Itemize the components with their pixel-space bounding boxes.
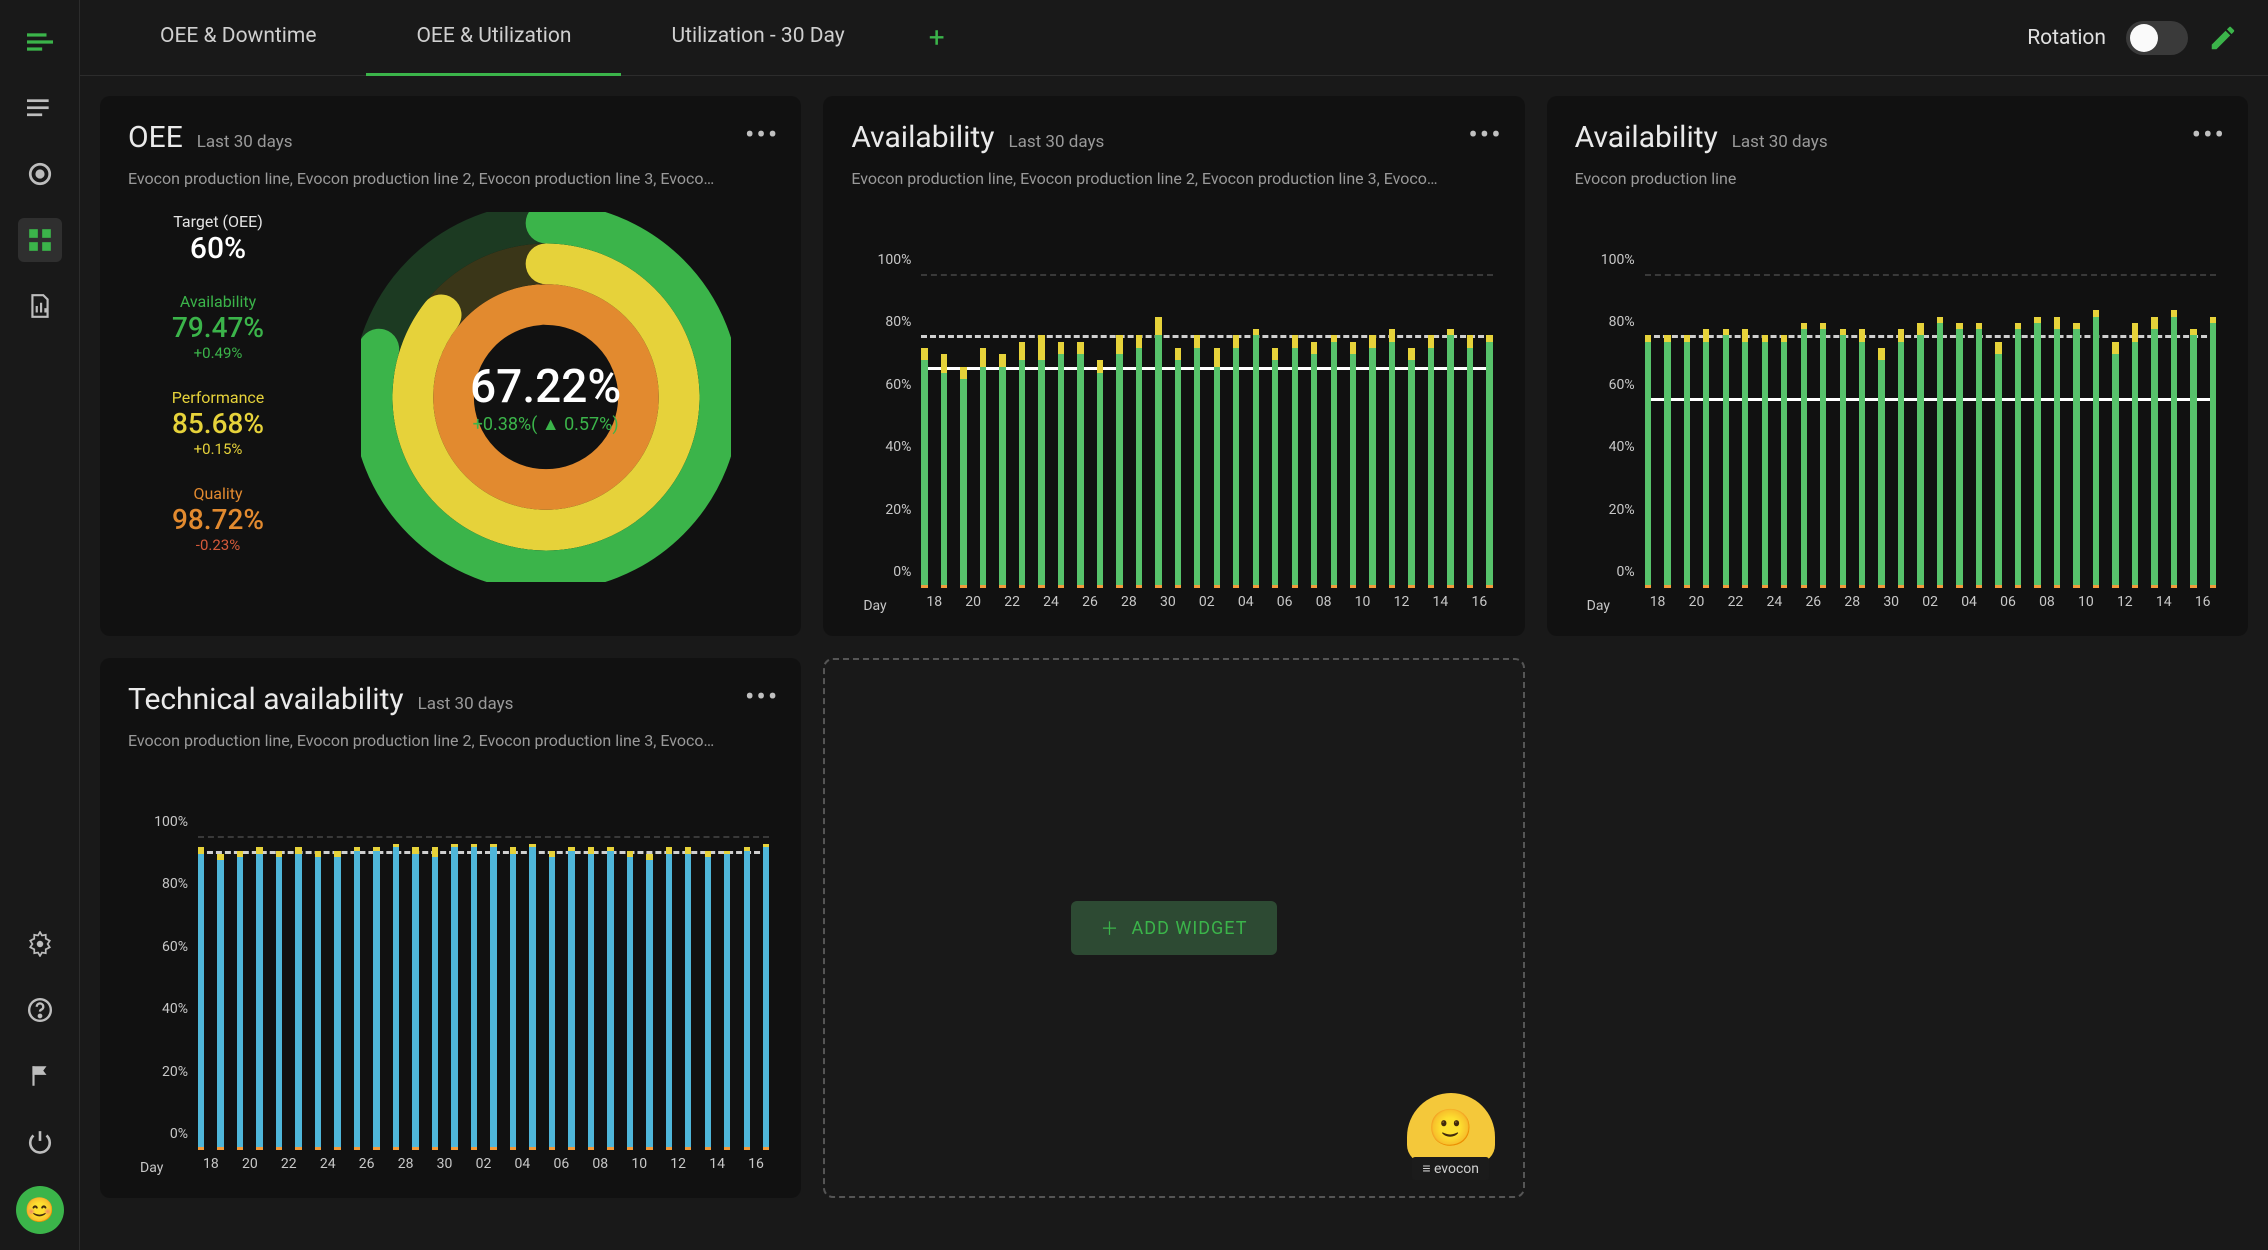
card-title: Availability (1575, 120, 1718, 155)
dashboard-grid: OEE Last 30 days ••• Evocon production l… (80, 76, 2268, 1250)
quality-delta: -0.23% (128, 536, 308, 554)
card-range: Last 30 days (418, 694, 514, 714)
list-icon[interactable] (18, 86, 62, 130)
oee-main-value: 67.22% (470, 360, 621, 414)
report-icon[interactable] (18, 284, 62, 328)
card-menu-icon[interactable]: ••• (745, 680, 779, 713)
oee-donut: 67.22% +0.38%( ▲ 0.57%) (318, 212, 773, 582)
flag-icon[interactable] (18, 1054, 62, 1098)
chart-availability-single: 0%20%40%60%80%100%1820222426283002040608… (1575, 276, 2220, 616)
card-range: Last 30 days (1008, 132, 1104, 152)
card-lines: Evocon production line, Evocon productio… (851, 169, 1496, 188)
card-technical-availability: Technical availability Last 30 days ••• … (100, 658, 801, 1198)
card-title: Technical availability (128, 682, 404, 717)
mascot-label: ≡ evocon (1412, 1157, 1489, 1180)
edit-icon[interactable] (2208, 23, 2238, 53)
target-label: Target (OEE) (128, 212, 308, 231)
card-menu-icon[interactable]: ••• (1468, 118, 1502, 151)
tab-oee-utilization[interactable]: OEE & Utilization (366, 0, 621, 76)
chart-availability-all: 0%20%40%60%80%100%1820222426283002040608… (851, 276, 1496, 616)
performance-label: Performance (128, 388, 308, 407)
chart-technical-availability: 0%20%40%60%80%100%1820222426283002040608… (128, 838, 773, 1178)
tab-oee-downtime[interactable]: OEE & Downtime (110, 0, 366, 76)
rotation-label: Rotation (2027, 26, 2106, 50)
power-icon[interactable] (18, 1120, 62, 1164)
add-widget-label: ADD WIDGET (1132, 918, 1248, 939)
card-range: Last 30 days (197, 132, 293, 152)
card-oee: OEE Last 30 days ••• Evocon production l… (100, 96, 801, 636)
quality-label: Quality (128, 484, 308, 503)
target-value: 60% (128, 231, 308, 266)
gear-icon[interactable] (18, 922, 62, 966)
card-add-widget: ＋ ADD WIDGET 🙂 ≡ evocon (823, 658, 1524, 1198)
card-lines: Evocon production line, Evocon productio… (128, 169, 773, 188)
rotation-toggle[interactable] (2126, 21, 2188, 55)
card-menu-icon[interactable]: ••• (2192, 118, 2226, 151)
availability-delta: +0.49% (128, 344, 308, 362)
sidebar: 😊 (0, 0, 80, 1250)
tab-utilization-30day[interactable]: Utilization - 30 Day (621, 0, 894, 76)
card-lines: Evocon production line, Evocon productio… (128, 731, 773, 750)
avatar[interactable]: 😊 (16, 1186, 64, 1234)
target-icon[interactable] (18, 152, 62, 196)
performance-delta: +0.15% (128, 440, 308, 458)
oee-main-delta: +0.38%( ▲ 0.57%) (470, 414, 621, 435)
add-tab-button[interactable]: + (915, 16, 959, 60)
plus-icon: ＋ (1101, 915, 1120, 941)
card-lines: Evocon production line (1575, 169, 2220, 188)
topbar: OEE & Downtime OEE & Utilization Utiliza… (80, 0, 2268, 76)
performance-value: 85.68% (128, 407, 308, 440)
menu-icon[interactable] (18, 20, 62, 64)
card-range: Last 30 days (1732, 132, 1828, 152)
card-title: Availability (851, 120, 994, 155)
dashboard-icon[interactable] (18, 218, 62, 262)
add-widget-button[interactable]: ＋ ADD WIDGET (1071, 901, 1278, 955)
card-availability-all: Availability Last 30 days ••• Evocon pro… (823, 96, 1524, 636)
help-icon[interactable] (18, 988, 62, 1032)
mascot: 🙂 ≡ evocon (1407, 1093, 1495, 1180)
availability-label: Availability (128, 292, 308, 311)
card-menu-icon[interactable]: ••• (745, 118, 779, 151)
card-availability-single: Availability Last 30 days ••• Evocon pro… (1547, 96, 2248, 636)
card-title: OEE (128, 120, 183, 155)
quality-value: 98.72% (128, 503, 308, 536)
availability-value: 79.47% (128, 311, 308, 344)
